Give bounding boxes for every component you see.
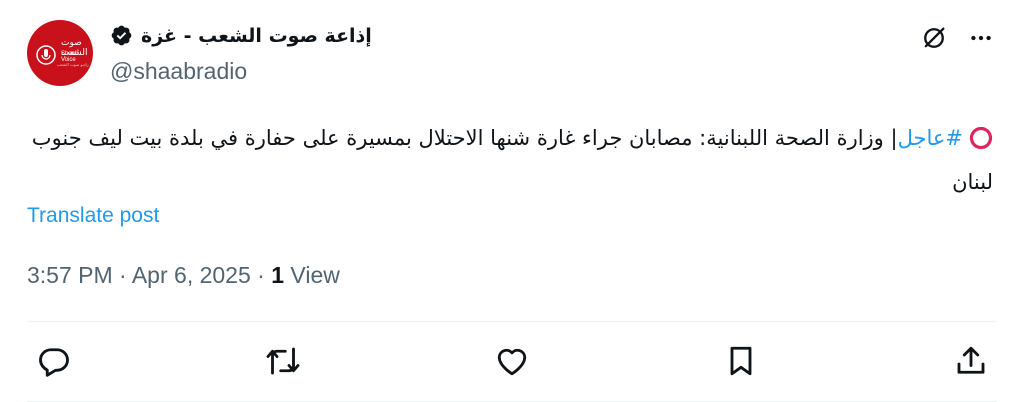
- tweet-meta: 3:57 PM · Apr 6, 2025 · 1 View: [27, 262, 340, 289]
- tweet-body: | وزارة الصحة اللبنانية: مصابان جراء غار…: [31, 126, 993, 194]
- views-count: 1: [271, 262, 285, 288]
- red-circle-icon: [969, 126, 993, 150]
- tweet-time[interactable]: 3:57 PM: [27, 262, 113, 288]
- verified-badge-icon: [111, 25, 132, 46]
- views-label: View: [290, 262, 340, 288]
- divider: [27, 321, 997, 322]
- author-display-name[interactable]: إذاعة صوت الشعب - غزة: [141, 25, 372, 47]
- microphone-logo-icon: [36, 45, 56, 65]
- bookmark-icon[interactable]: [723, 343, 759, 379]
- reply-icon[interactable]: [36, 343, 72, 379]
- meta-separator: ·: [119, 262, 127, 288]
- translate-post-link[interactable]: Translate post: [27, 204, 159, 228]
- grok-icon[interactable]: [920, 24, 948, 52]
- tweet-date[interactable]: Apr 6, 2025: [132, 262, 251, 288]
- tweet-top-actions: [920, 24, 994, 52]
- meta-separator: ·: [257, 262, 265, 288]
- share-icon[interactable]: [953, 343, 989, 379]
- avatar-logo-tagline: راديو صوت الشعب: [57, 62, 89, 67]
- retweet-icon[interactable]: [264, 343, 302, 379]
- hashtag-link[interactable]: #عاجل: [898, 126, 963, 150]
- author-handle[interactable]: @shaabradio: [110, 58, 247, 85]
- avatar[interactable]: صوت الشعب Shaab Voice راديو صوت الشعب: [27, 20, 93, 86]
- tweet-text: #عاجل| وزارة الصحة اللبنانية: مصابان جرا…: [13, 116, 993, 204]
- tweet-action-bar: [0, 343, 1024, 379]
- like-icon[interactable]: [494, 343, 530, 379]
- author-name-row: إذاعة صوت الشعب - غزة: [110, 24, 372, 47]
- more-icon[interactable]: [968, 25, 994, 51]
